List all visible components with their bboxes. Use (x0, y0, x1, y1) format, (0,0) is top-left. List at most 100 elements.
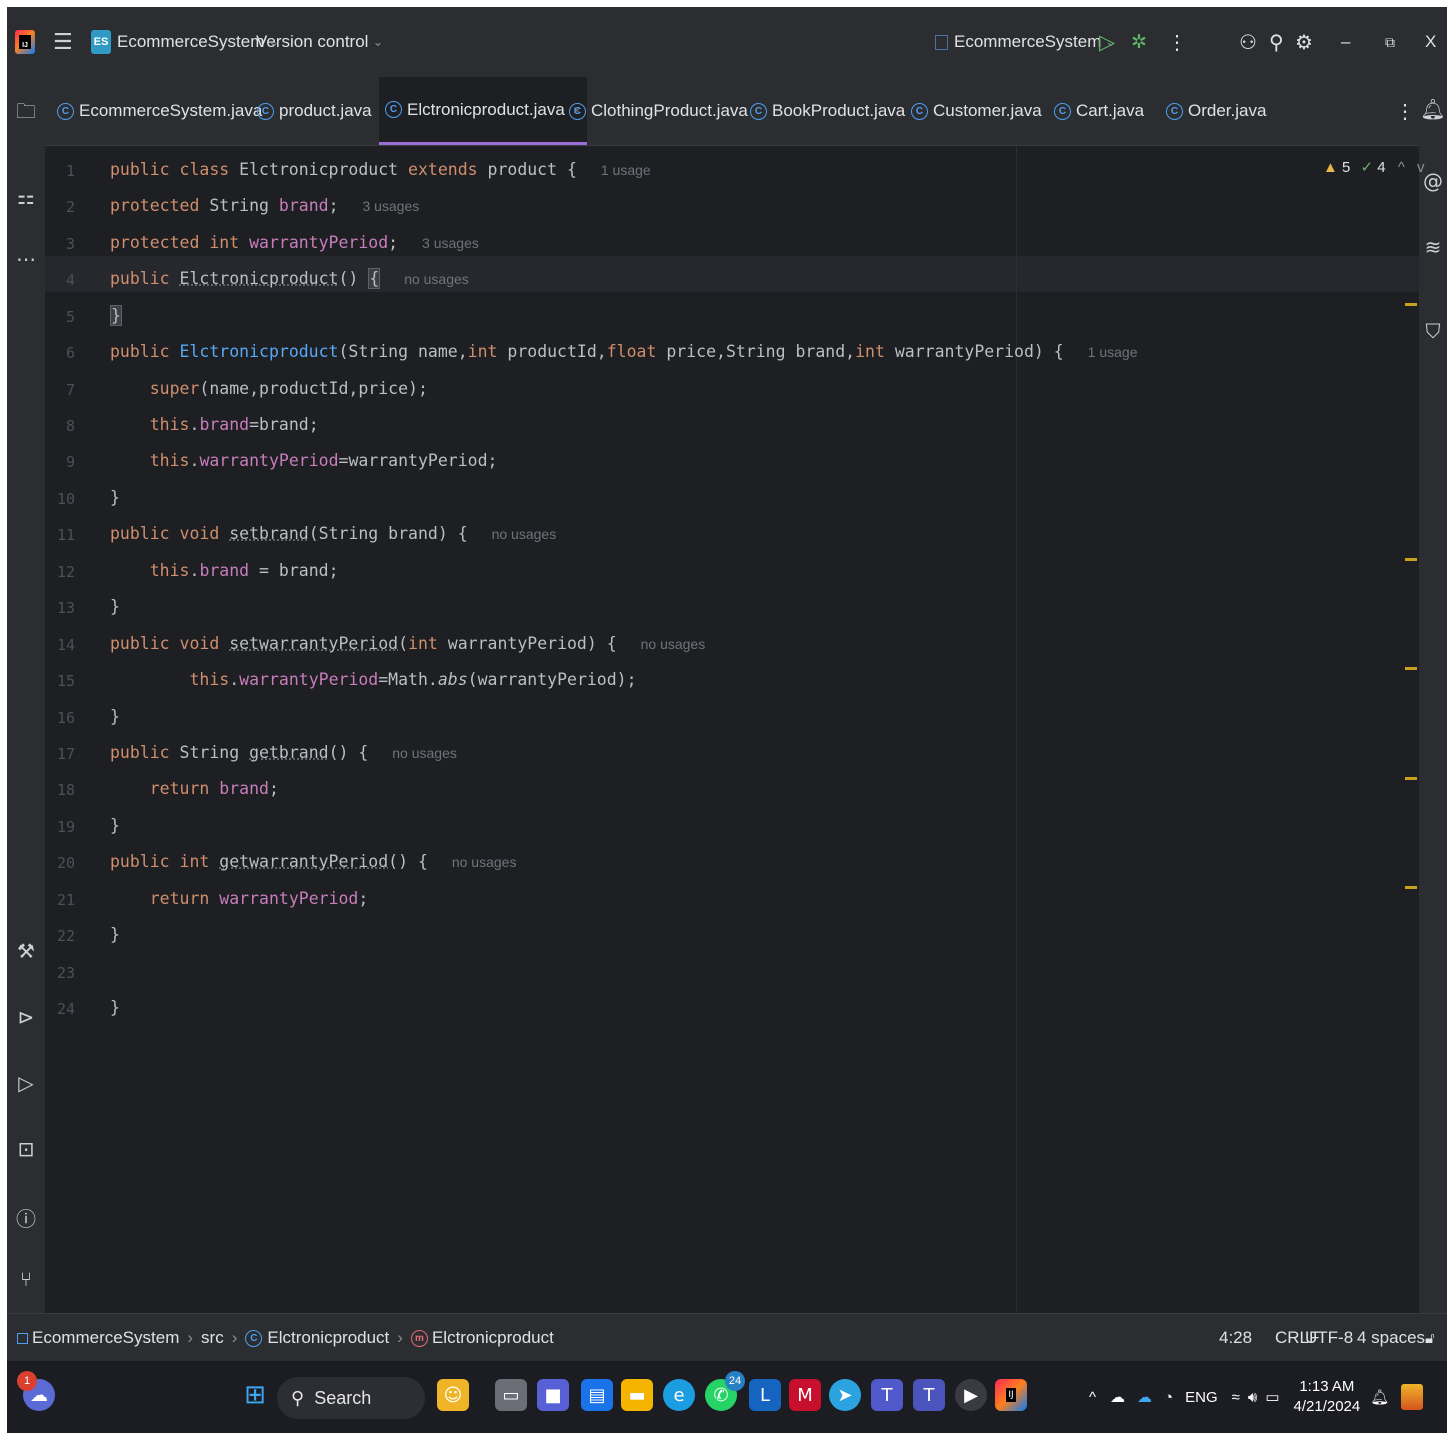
tab-customer[interactable]: C Customer.java (911, 77, 1042, 145)
task-view-button[interactable]: ▭ (495, 1379, 527, 1411)
breadcrumb-item[interactable]: src (201, 1328, 224, 1348)
notification-bell-icon[interactable]: 🔔︎ (1370, 1388, 1389, 1406)
tab-bookproduct[interactable]: C BookProduct.java (750, 77, 905, 145)
debug-button[interactable]: ✲ (1131, 7, 1147, 77)
widgets-button[interactable]: ☁ 1 (17, 1371, 55, 1411)
onedrive-icon[interactable]: ☁ (1137, 1388, 1152, 1406)
edge-button[interactable]: e (663, 1379, 695, 1411)
build-tool-button[interactable]: ⚒ (7, 939, 45, 963)
breadcrumb-item[interactable]: Elctronicproduct (432, 1328, 554, 1348)
terminal-tool-button[interactable]: ⊡ (7, 1137, 45, 1161)
warning-stripe[interactable] (1405, 777, 1417, 780)
teams-button[interactable]: T (871, 1379, 903, 1411)
chevron-up-icon[interactable]: ^ (1089, 1389, 1096, 1406)
start-button[interactable]: ⊞ (239, 1379, 271, 1411)
class-icon: C (911, 102, 928, 120)
mcafee-button[interactable]: M (789, 1379, 821, 1411)
structure-tool-button[interactable]: ⚏ (7, 185, 45, 209)
close-button[interactable]: X (1425, 7, 1436, 77)
caret-position[interactable]: 4:28 (1219, 1314, 1252, 1362)
services-tool-button[interactable]: ⊳ (7, 1005, 45, 1029)
inspection-widget[interactable]: ▲ 5 ✓ 4 ^ v (1323, 158, 1425, 176)
copilot-icon[interactable] (1401, 1384, 1424, 1410)
code-editor[interactable]: 1 2 3 4 5 6 7 8 9 10 11 12 13 14 15 16 1… (45, 146, 1425, 1313)
clock[interactable]: 1:13 AM 4/21/2024 (1294, 1377, 1361, 1417)
teams-chat-button[interactable]: ■ (537, 1379, 569, 1411)
wifi-icon[interactable]: ≈ (1232, 1389, 1240, 1406)
intellij-taskbar-button[interactable]: IJ (995, 1379, 1027, 1411)
settings-button[interactable]: ⚙ (1295, 7, 1313, 77)
title-bar: IJ ☰ ES EcommerceSystem ⌄ Version contro… (7, 7, 1447, 77)
notifications-button[interactable]: 🔔︎ (1419, 97, 1447, 121)
media-player-button[interactable]: ▶ (955, 1379, 987, 1411)
usage-hint[interactable]: 1 usage (1088, 344, 1138, 360)
more-tools-button[interactable]: ⋯ (7, 247, 45, 271)
telegram-button[interactable]: ➤ (829, 1379, 861, 1411)
code-scan-button[interactable]: ⛉ (1419, 319, 1447, 343)
file-explorer-button[interactable]: ▬ (621, 1379, 653, 1411)
code-line-22: } (110, 925, 120, 944)
app-logo[interactable]: IJ (15, 7, 35, 77)
tab-order[interactable]: C Order.java (1166, 77, 1266, 145)
warning-stripe[interactable] (1405, 558, 1417, 561)
breadcrumb: EcommerceSystem › src › C Elctronicprodu… (17, 1314, 554, 1362)
main-menu-button[interactable]: ☰ (53, 7, 73, 77)
usage-hint[interactable]: no usages (404, 271, 469, 287)
line-number: 16 (56, 709, 75, 727)
tab-options-button[interactable]: ⋮ (1395, 77, 1415, 145)
project-switcher[interactable]: ES EcommerceSystem ⌄ (91, 7, 279, 77)
file-encoding[interactable]: UTF-8 (1305, 1314, 1353, 1362)
usage-hint[interactable]: 1 usage (601, 162, 651, 178)
warning-stripe[interactable] (1405, 667, 1417, 670)
tab-label: Cart.java (1076, 101, 1145, 120)
wifi-alert-icon[interactable]: ◔ (1164, 1389, 1173, 1406)
breadcrumb-item[interactable]: Elctronicproduct (267, 1328, 389, 1348)
run-tool-button[interactable]: ▷ (7, 1071, 45, 1095)
teams-new-button[interactable]: T (913, 1379, 945, 1411)
restore-button[interactable]: ⧉ (1385, 7, 1395, 77)
warning-stripe[interactable] (1405, 303, 1417, 306)
chevron-up-icon[interactable]: ^ (1398, 159, 1405, 176)
breadcrumb-item[interactable]: EcommerceSystem (32, 1328, 179, 1348)
indent-setting[interactable]: 4 spaces (1357, 1314, 1425, 1362)
app-pinned[interactable]: ☺ (437, 1379, 469, 1411)
tab-ecommercesystem[interactable]: C EcommerceSystem.java (57, 77, 262, 145)
lock-file-button[interactable]: 🔓︎ (1425, 1314, 1435, 1362)
taskbar-search[interactable]: ⚲ Search (277, 1377, 425, 1419)
store-button[interactable]: ▤ (581, 1379, 613, 1411)
usage-hint[interactable]: 3 usages (422, 235, 479, 251)
tab-elctronicproduct[interactable]: C Elctronicproduct.java × (379, 77, 587, 145)
chevron-down-icon[interactable]: v (1417, 159, 1425, 176)
store-icon: ▤ (588, 1384, 606, 1406)
more-actions-button[interactable]: ⋮ (1167, 7, 1187, 77)
minimize-button[interactable]: – (1341, 7, 1350, 77)
run-config-selector[interactable]: EcommerceSystem ⌄ (935, 7, 1116, 77)
language-indicator[interactable]: ENG (1185, 1389, 1218, 1406)
cloud-icon[interactable]: ☁ (1110, 1388, 1125, 1406)
warning-stripe[interactable] (1405, 886, 1417, 889)
usage-hint[interactable]: no usages (392, 745, 457, 761)
usage-hint[interactable]: no usages (641, 636, 706, 652)
run-button[interactable]: ▷ (1099, 7, 1115, 77)
battery-icon[interactable]: ▭ (1265, 1388, 1279, 1406)
usage-hint[interactable]: no usages (492, 526, 557, 542)
git-tool-button[interactable]: ⑂ (7, 1267, 45, 1291)
code-line-15: this.warrantyPeriod=Math.abs(warrantyPer… (189, 670, 637, 689)
usage-hint[interactable]: 3 usages (362, 198, 419, 214)
system-tray: ^ ☁ ☁ ◔ ENG ≈ 🔊︎ ▭ 1:13 AM 4/21/2024 🔔︎ (1089, 1361, 1424, 1433)
search-everywhere-button[interactable]: ⚲ (1269, 7, 1284, 77)
whatsapp-button[interactable]: ✆ 24 (705, 1371, 745, 1411)
tab-clothingproduct[interactable]: C ClothingProduct.java (569, 77, 748, 145)
project-tool-button[interactable]: 🗀 (7, 97, 45, 131)
tab-cart[interactable]: C Cart.java (1054, 77, 1144, 145)
problems-tool-button[interactable]: ⓘ (7, 1203, 45, 1232)
usage-hint[interactable]: no usages (452, 854, 517, 870)
code-with-me-button[interactable]: ⚇ (1239, 7, 1257, 77)
app-l-button[interactable]: L (749, 1379, 781, 1411)
tab-product[interactable]: C product.java (257, 77, 372, 145)
line-number: 12 (56, 563, 75, 581)
database-button[interactable]: ≋ (1419, 235, 1447, 259)
code-line-2: protected String brand; 3 usages (110, 196, 420, 215)
version-control-menu[interactable]: Version control ⌄ (256, 7, 383, 77)
volume-icon[interactable]: 🔊︎ (1248, 1389, 1257, 1406)
